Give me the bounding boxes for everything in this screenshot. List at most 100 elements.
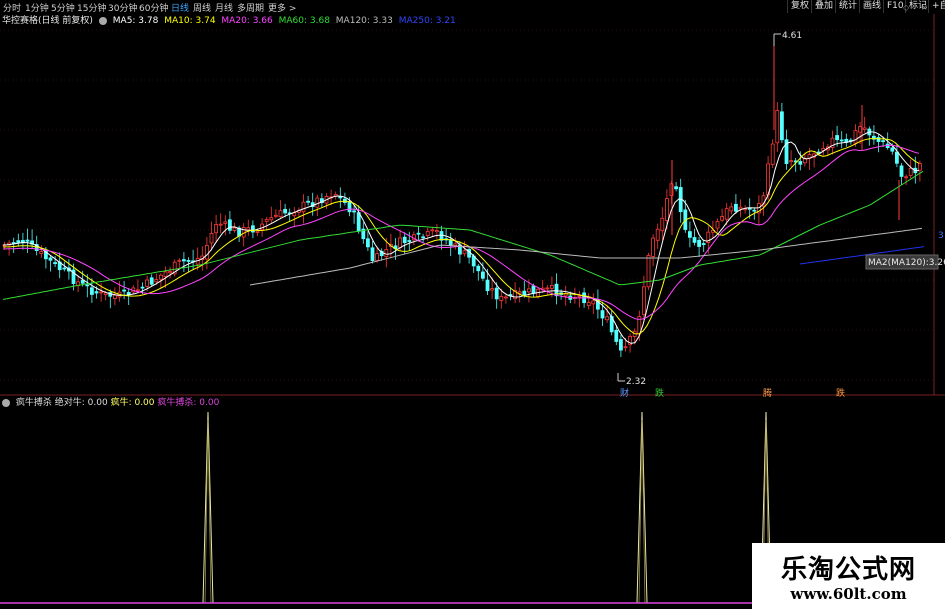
indicator-fengniubosha: 疯牛搏杀: 0.00 (157, 398, 220, 408)
collapse-icon[interactable]: ◇ (903, 3, 910, 12)
candle (269, 206, 274, 223)
candle (770, 139, 775, 168)
candle (122, 281, 126, 300)
ma2-box-label: MA2(MA120):3.26 (868, 258, 945, 268)
candle (126, 288, 131, 306)
candle (697, 237, 701, 257)
candle (812, 151, 816, 168)
event-tag-die1[interactable]: 跌 (655, 386, 664, 399)
indicator-spike-1-inner (204, 419, 212, 604)
candle (306, 196, 311, 206)
candle (674, 182, 678, 192)
candle (250, 220, 255, 239)
candle (720, 208, 724, 223)
candle (218, 213, 223, 234)
candle (692, 228, 697, 246)
candle (563, 285, 568, 306)
candle (315, 194, 320, 217)
candle (338, 187, 343, 209)
ma120-line (249, 227, 923, 286)
candle (591, 293, 596, 314)
candle (278, 200, 283, 219)
candle (793, 157, 798, 172)
candle (416, 226, 421, 242)
close-icon[interactable]: × (921, 3, 928, 12)
candle (434, 223, 439, 239)
candle (149, 274, 154, 287)
indicator-name[interactable]: 疯牛搏杀 (16, 398, 52, 408)
candle (264, 216, 269, 231)
candle (775, 101, 780, 152)
candle (108, 289, 113, 309)
event-tag-die2[interactable]: 跌 (836, 386, 845, 399)
candle (191, 249, 196, 271)
indicator-jueduiniu: 绝对牛: 0.00 (54, 398, 108, 408)
candle (540, 280, 545, 293)
candle (660, 207, 665, 240)
candle (439, 225, 444, 250)
event-tag-cai[interactable]: 财 (620, 386, 629, 399)
indicator-legend: 疯牛搏杀 绝对牛: 0.00 疯牛: 0.00 疯牛搏杀: 0.00 (2, 397, 219, 409)
candle (20, 232, 25, 250)
candle (209, 221, 214, 251)
candle (232, 222, 237, 233)
candle (573, 287, 577, 304)
candle (605, 304, 609, 323)
candle (30, 229, 35, 249)
candle (407, 231, 412, 251)
candle (292, 207, 297, 228)
candle (839, 131, 844, 149)
candle (430, 226, 435, 237)
chart-grid (0, 14, 945, 396)
candle (370, 240, 375, 264)
candle (113, 287, 117, 306)
event-tag-teng[interactable]: 腾 (763, 386, 772, 399)
candle (642, 275, 646, 322)
candle (876, 134, 881, 153)
candle (181, 252, 186, 272)
price-high-label: 4.61 (782, 31, 802, 41)
right-edge-label: 3 (938, 231, 944, 241)
candle (867, 126, 872, 146)
candle (688, 221, 692, 248)
candle (467, 247, 472, 264)
candle (246, 219, 251, 236)
candle (39, 245, 44, 258)
candle (476, 264, 481, 281)
kline-chart[interactable]: 4.61 2.32 MA2(MA120):3.26 3 ◇ × (0, 0, 945, 609)
candle (734, 194, 738, 214)
candle (862, 116, 867, 133)
candle (25, 228, 30, 253)
candle (11, 237, 16, 254)
candle (743, 205, 747, 214)
candle (503, 294, 508, 304)
candle (596, 289, 600, 319)
candle (895, 144, 899, 168)
candle (90, 278, 94, 303)
candle (655, 223, 660, 249)
candle (586, 292, 591, 310)
candle (899, 163, 904, 185)
candle (614, 325, 619, 346)
candle (821, 141, 826, 156)
watermark-url: www.60lt.com (790, 585, 907, 603)
candle (168, 266, 173, 279)
candle (379, 248, 384, 261)
candle (319, 193, 324, 208)
candle (227, 211, 232, 234)
candle (577, 290, 582, 308)
candle (273, 209, 278, 219)
candle (177, 257, 182, 270)
candle (342, 192, 347, 206)
candle (872, 125, 876, 145)
candle (844, 133, 849, 147)
candle (448, 232, 453, 257)
candle (76, 275, 80, 292)
candle (784, 129, 789, 170)
candlesticks (2, 46, 922, 357)
candle (826, 143, 830, 156)
candle (48, 255, 53, 272)
candle (241, 223, 246, 247)
indicator-gear-icon[interactable] (2, 398, 10, 407)
candle (904, 174, 908, 186)
